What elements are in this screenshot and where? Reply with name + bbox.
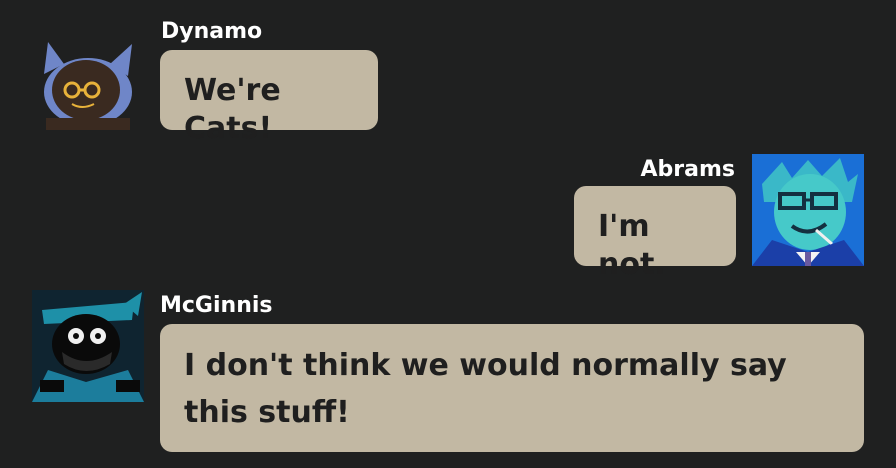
message-bubble: We're Cats! [160, 50, 378, 146]
cat-eared-avatar-icon [36, 38, 136, 130]
message-bubble: I don't think we would normally say this… [160, 324, 864, 452]
message-text: I don't think we would normally say this… [184, 348, 787, 430]
sender-name: Dynamo [161, 19, 263, 44]
sender-name: McGinnis [160, 293, 273, 318]
message-text: I'm not. [598, 209, 666, 282]
glasses-man-avatar-icon [752, 154, 864, 266]
message-text: We're Cats! [184, 73, 281, 146]
bandana-man-avatar-icon [32, 290, 144, 402]
sender-name: Abrams [640, 157, 736, 182]
message-bubble: I'm not. [574, 186, 736, 282]
